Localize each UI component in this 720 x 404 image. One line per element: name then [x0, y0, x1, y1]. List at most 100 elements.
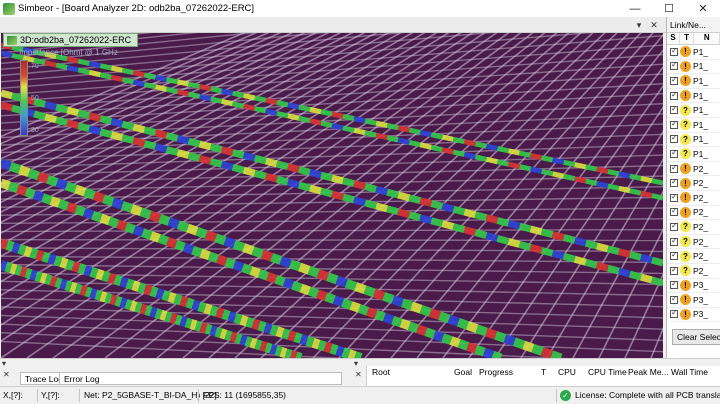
link-net-list: !P1_!P1_!P1_!P1_?P1_?P1_?P1_?P1_!P2_!P2_… [667, 45, 720, 323]
minimize-button[interactable]: — [618, 0, 652, 17]
net-list-row[interactable]: ?P1_ [667, 147, 720, 162]
tab-list-dropdown-icon[interactable]: ▾ [633, 17, 645, 33]
link-net-panel: Link/Ne... S T N !P1_!P1_!P1_!P1_?P1_?P1… [666, 17, 720, 358]
column-header[interactable]: CPU [558, 367, 576, 377]
column-header[interactable]: Root [372, 367, 390, 377]
net-select-checkbox[interactable] [670, 308, 678, 319]
column-header[interactable]: S [667, 33, 680, 44]
board-3d-scene[interactable] [1, 33, 663, 358]
status-fps: FPS: 11 (1695855,35) [203, 390, 287, 400]
net-select-checkbox[interactable] [670, 90, 678, 100]
warning-icon: ! [680, 177, 691, 189]
net-select-checkbox[interactable] [670, 177, 678, 188]
net-name: P2_ [693, 163, 709, 174]
net-list-row[interactable]: ?P1_ [667, 118, 720, 133]
net-list-row[interactable]: !P1_ [667, 45, 720, 60]
net-list-row[interactable]: !P3_ [667, 293, 720, 308]
column-header[interactable]: T [541, 367, 546, 377]
jobs-dropdown-icon[interactable]: ▾ [354, 359, 358, 368]
net-list-row[interactable]: ?P2_ [667, 235, 720, 250]
status-separator [556, 389, 557, 402]
net-select-checkbox[interactable] [670, 250, 678, 261]
legend-tick: 30 [31, 127, 39, 134]
net-list-row[interactable]: ?P2_ [667, 249, 720, 264]
net-select-checkbox[interactable] [670, 236, 678, 246]
column-header[interactable]: Peak Me... [628, 367, 669, 377]
net-list-row[interactable]: ?P1_ [667, 133, 720, 148]
warning-icon: ! [680, 294, 691, 306]
net-name: P2_ [693, 251, 709, 262]
status-license: License: Complete with all PCB translato… [575, 390, 720, 400]
net-select-checkbox[interactable] [670, 294, 678, 304]
net-select-checkbox[interactable] [670, 163, 678, 173]
column-header[interactable]: Goal [454, 367, 472, 377]
tab-link-net[interactable]: Link/Ne... [667, 17, 720, 33]
warning-icon: ! [680, 46, 691, 58]
net-select-checkbox[interactable] [670, 148, 678, 158]
tab-error-log[interactable]: Error Log [59, 372, 342, 385]
net-select-checkbox[interactable] [670, 46, 678, 56]
column-header[interactable]: CPU Time [588, 367, 627, 377]
log-dropdown-icon[interactable]: ▾ [2, 359, 6, 368]
net-select-checkbox[interactable] [670, 75, 678, 85]
net-select-checkbox[interactable] [670, 206, 678, 217]
question-icon: ? [680, 133, 691, 145]
net-select-checkbox[interactable] [670, 221, 678, 231]
net-name: P1_ [693, 61, 709, 72]
net-select-checkbox[interactable] [670, 119, 678, 129]
net-select-checkbox[interactable] [670, 60, 678, 71]
net-list-row[interactable]: !P2_ [667, 206, 720, 221]
3d-viewport[interactable]: 3D:odb2ba_07262022-ERC Impedance [Ohm] @… [1, 33, 663, 358]
app-logo-icon [3, 2, 15, 15]
net-name: P2_ [693, 178, 709, 189]
column-header[interactable]: Wall Time [671, 367, 708, 377]
net-select-checkbox[interactable] [670, 133, 678, 144]
net-list-row[interactable]: !P3_ [667, 279, 720, 294]
net-select-checkbox[interactable] [670, 192, 678, 202]
warning-icon: ! [680, 279, 691, 291]
close-document-icon[interactable]: ✕ [648, 17, 660, 33]
warning-icon: ! [680, 163, 691, 175]
close-window-button[interactable]: ✕ [686, 0, 720, 17]
net-list-row[interactable]: !P1_ [667, 60, 720, 75]
net-select-checkbox[interactable] [670, 265, 678, 275]
column-header[interactable]: T [680, 33, 695, 44]
tab-3d-view-label: 3D:odb2ba_07262022-ERC [20, 35, 132, 45]
bottom-panel: ▾ ✕ Trace Log Error Log ▾ ✕ Root Goal Pr… [0, 358, 720, 387]
net-name: P2_ [693, 207, 709, 218]
net-list-row[interactable]: ?P1_ [667, 103, 720, 118]
net-name: P2_ [693, 265, 709, 276]
net-name: P3_ [693, 309, 709, 320]
net-name: P3_ [693, 294, 709, 305]
status-separator [79, 389, 80, 402]
net-select-checkbox[interactable] [670, 279, 678, 290]
net-name: P1_ [693, 105, 709, 116]
status-bar: X,[?]: Y,[?]: Net: P2_5GBASE-T_BI-DA_H) … [0, 386, 720, 404]
log-close-icon[interactable]: ✕ [3, 370, 10, 379]
column-header[interactable]: Progress [479, 367, 513, 377]
net-list-row[interactable]: !P3_ [667, 308, 720, 323]
status-x-coordinate: X,[?]: [3, 390, 23, 400]
column-header[interactable]: N [694, 33, 720, 44]
net-list-row[interactable]: !P2_ [667, 162, 720, 177]
net-select-checkbox[interactable] [670, 104, 678, 115]
question-icon: ? [680, 236, 691, 248]
title-bar: Simbeor - [Board Analyzer 2D: odb2ba_072… [0, 0, 720, 17]
question-icon: ? [680, 221, 691, 233]
net-list-row[interactable]: !P1_ [667, 89, 720, 104]
net-list-row[interactable]: !P2_ [667, 176, 720, 191]
net-list-row[interactable]: ?P2_ [667, 220, 720, 235]
question-icon: ? [680, 148, 691, 160]
net-list-row[interactable]: !P2_ [667, 191, 720, 206]
jobs-close-icon[interactable]: ✕ [355, 370, 362, 379]
clear-selection-button[interactable]: Clear Selectio [672, 329, 720, 345]
maximize-button[interactable]: ☐ [652, 0, 686, 17]
impedance-color-scale [20, 60, 28, 136]
tab-3d-view[interactable]: 3D:odb2ba_07262022-ERC [3, 33, 139, 47]
net-list-row[interactable]: !P1_ [667, 74, 720, 89]
question-icon: ? [680, 265, 691, 277]
warning-icon: ! [680, 75, 691, 87]
net-name: P1_ [693, 134, 709, 145]
net-name: P1_ [693, 46, 709, 57]
net-list-row[interactable]: ?P2_ [667, 264, 720, 279]
